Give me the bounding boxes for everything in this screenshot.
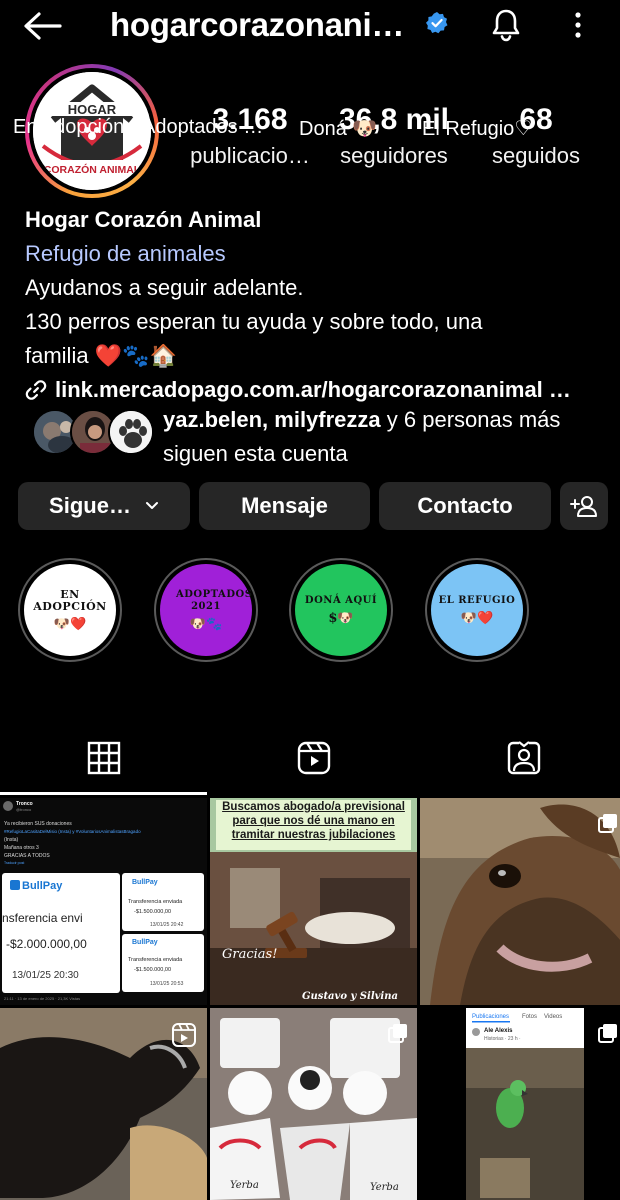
svg-text:Mañana otros 3: Mañana otros 3 — [4, 845, 39, 851]
svg-text:BullPay: BullPay — [132, 939, 158, 946]
post-tweet-donations[interactable]: Tronco @tronco Ya recibieron SUS donacio… — [0, 798, 207, 1005]
svg-text:Ale Alexis: Ale Alexis — [484, 1028, 513, 1034]
highlight-en-adopcion[interactable]: EN ADOPCIÓN 🐶❤️ — [15, 558, 125, 662]
suggest-people-button[interactable] — [560, 482, 608, 530]
post-black-dog[interactable] — [0, 1008, 207, 1200]
svg-text:13/01/25 20:42: 13/01/25 20:42 — [150, 922, 184, 928]
svg-text:@tronco: @tronco — [16, 807, 32, 812]
tagged-icon[interactable] — [506, 740, 542, 776]
svg-text:BullPay: BullPay — [132, 879, 158, 886]
bio-link-text: link.mercadopago.com.ar/hogarcorazonanim… — [55, 377, 571, 402]
svg-text:BullPay: BullPay — [22, 880, 63, 892]
post-parrot-screenshot[interactable]: Publicaciones Fotos Videos Ale Alexis Hi… — [420, 1008, 620, 1200]
multiple-photos-icon — [388, 1024, 407, 1043]
profile-display-name: Hogar Corazón Animal — [25, 207, 262, 232]
followers-label: seguidores — [340, 143, 448, 168]
highlight-dona[interactable]: DONÁ AQUÍ $🐶 — [286, 558, 396, 662]
verified-badge-icon — [426, 12, 448, 34]
svg-text:Transferencia enviada: Transferencia enviada — [128, 899, 183, 905]
svg-text:Ya recibieron SUS donaciones: Ya recibieron SUS donaciones — [4, 821, 72, 827]
post-dog-closeup[interactable] — [420, 798, 620, 1005]
link-icon — [25, 380, 47, 400]
following-dropdown-button[interactable]: Sigue… — [18, 482, 190, 530]
svg-text:Fotos: Fotos — [522, 1014, 537, 1020]
logo-top-text: HOGAR — [68, 102, 117, 117]
contact-button[interactable]: Contacto — [379, 482, 551, 530]
bio-line-3: familia ❤️🐾🏠 — [25, 343, 177, 368]
svg-text:Transferencia enviada: Transferencia enviada — [128, 957, 183, 963]
svg-text:Historias · 23 h ·: Historias · 23 h · — [484, 1036, 521, 1042]
reels-icon[interactable] — [296, 740, 332, 776]
svg-text:13/01/25 20:30: 13/01/25 20:30 — [12, 970, 79, 981]
svg-text:Traducir post: Traducir post — [4, 861, 24, 865]
mutual-avatar-3-paw — [108, 409, 154, 455]
svg-text:Videos: Videos — [544, 1014, 562, 1020]
profile-bio: Hogar Corazón Animal Refugio de animales… — [25, 203, 605, 407]
svg-text:Publicaciones: Publicaciones — [472, 1014, 509, 1020]
svg-text:-$1.500.000,00: -$1.500.000,00 — [134, 909, 171, 915]
mutual-followers-names: yaz.belen, milyfrezza — [163, 407, 381, 432]
more-vertical-icon[interactable] — [570, 10, 586, 40]
svg-text:-$2.000.000,00: -$2.000.000,00 — [6, 937, 87, 951]
svg-text:21:11 · 13 de enero de 2025 ·: 21:11 · 13 de enero de 2025 · 21,3K Vist… — [4, 996, 80, 1001]
highlight-el-refugio[interactable]: EL REFUGIO 🐶❤️ — [422, 558, 532, 662]
svg-text:Gustavo y Silvina: Gustavo y Silvina — [302, 991, 398, 1002]
highlight-label-en-adopcion[interactable]: En adopción — [13, 116, 124, 139]
following-label: seguidos — [491, 143, 581, 168]
back-arrow-icon[interactable] — [22, 10, 62, 42]
grid-icon[interactable] — [86, 740, 122, 776]
bio-line-2: 130 perros esperan tu ayuda y sobre todo… — [25, 309, 483, 334]
profile-category[interactable]: Refugio de animales — [25, 237, 605, 271]
post-busca-abogado[interactable]: Buscamos abogado/a previsional para que … — [210, 798, 417, 1005]
svg-text:GRACIAS A TODOS: GRACIAS A TODOS — [4, 853, 50, 859]
reel-icon — [172, 1023, 196, 1047]
svg-text:(Insta): (Insta) — [4, 837, 19, 843]
message-button[interactable]: Mensaje — [199, 482, 370, 530]
highlight-cover: EN ADOPCIÓN 🐶❤️ — [24, 564, 116, 656]
multiple-photos-icon — [598, 814, 617, 833]
highlight-cover: EL REFUGIO 🐶❤️ — [431, 564, 523, 656]
highlight-label-adoptados[interactable]: Adoptados … — [142, 116, 263, 139]
posts-label: publicacio… — [190, 143, 310, 168]
highlight-cover: ADOPTADOS 2021 🐶🐾 — [160, 564, 252, 656]
highlight-label-dona[interactable]: Doná 🐶 — [299, 116, 377, 141]
bio-link[interactable]: link.mercadopago.com.ar/hogarcorazonanim… — [25, 373, 605, 407]
svg-text:Yerba: Yerba — [230, 1180, 259, 1191]
top-bar: hogarcorazonani… — [0, 0, 620, 52]
svg-text:-$1.500.000,00: -$1.500.000,00 — [134, 967, 171, 973]
active-tab-indicator — [0, 792, 207, 795]
highlight-adoptados[interactable]: ADOPTADOS 2021 🐶🐾 — [151, 558, 261, 662]
logo-bottom-text: CORAZÓN ANIMAL — [44, 163, 141, 176]
notifications-bell-icon[interactable] — [490, 8, 522, 42]
svg-text:Yerba: Yerba — [370, 1182, 399, 1193]
svg-text:#RefugioLaCasitaDelMisio (Inst: #RefugioLaCasitaDelMisio (Insta) y #Volu… — [4, 829, 141, 834]
bio-line-1: Ayudanos a seguir adelante. — [25, 275, 304, 300]
profile-username: hogarcorazonani… — [110, 6, 405, 43]
contact-button-label: Contacto — [417, 493, 513, 518]
multiple-photos-icon — [598, 1024, 617, 1043]
add-person-icon — [570, 496, 597, 517]
message-button-label: Mensaje — [241, 493, 328, 518]
highlight-label-el-refugio[interactable]: El Refugio♡ — [422, 116, 532, 141]
mutual-followers-rest: y 6 personas más — [380, 407, 561, 432]
svg-text:Gracias!: Gracias! — [222, 947, 277, 962]
highlight-cover: DONÁ AQUÍ $🐶 — [295, 564, 387, 656]
post-crafts-mugs[interactable]: Yerba Yerba — [210, 1008, 417, 1200]
chevron-down-icon — [145, 502, 158, 509]
mutual-followers-text: yaz.belen, milyfrezza y 6 personas más s… — [163, 403, 620, 471]
svg-text:13/01/25 20:53: 13/01/25 20:53 — [150, 981, 184, 987]
following-button-label: Sigue… — [49, 493, 131, 518]
svg-text:nsferencia envi: nsferencia envi — [2, 911, 83, 925]
mutual-followers-line2: siguen esta cuenta — [163, 441, 348, 466]
